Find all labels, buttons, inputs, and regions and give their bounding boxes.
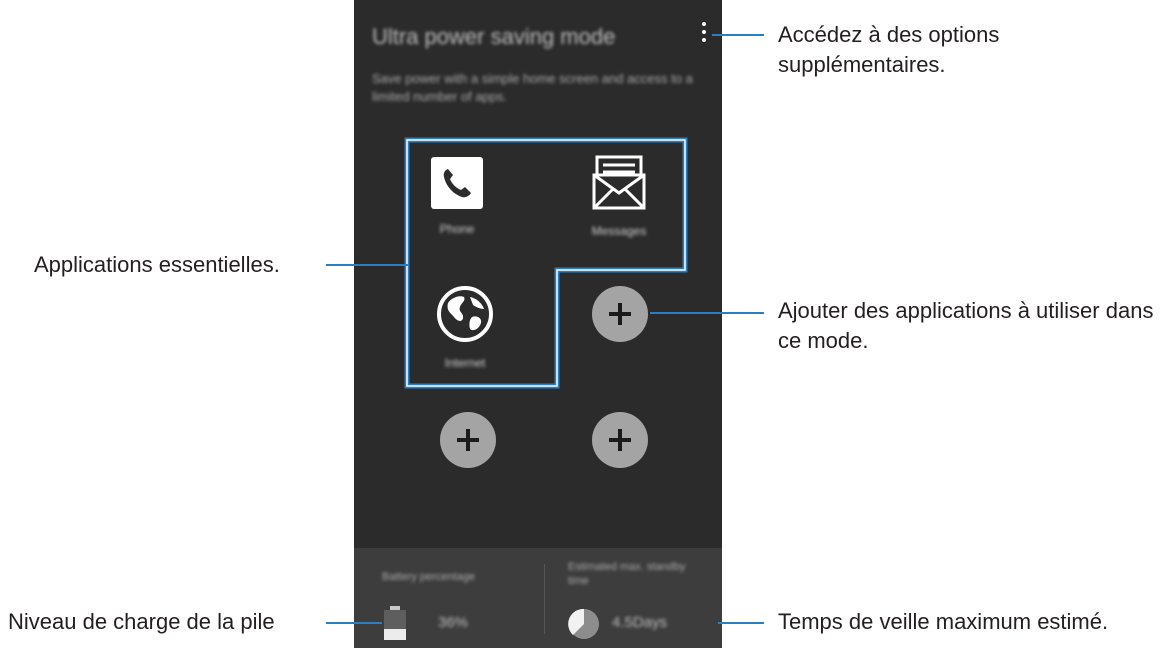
standby-pie-icon	[568, 608, 599, 639]
divider	[544, 564, 545, 634]
standby-value: 4.5Days	[612, 614, 668, 631]
leader-line	[650, 312, 764, 314]
globe-icon	[437, 286, 493, 342]
app-phone[interactable]: Phone	[402, 157, 512, 236]
leader-line	[712, 34, 764, 36]
envelope-icon	[592, 155, 646, 210]
status-bar: Battery percentage 36% Estimated max. st…	[354, 548, 722, 648]
app-label: Internet	[444, 356, 486, 370]
battery-value: 36%	[438, 614, 469, 631]
more-options-icon[interactable]	[700, 22, 708, 46]
app-label: Messages	[591, 224, 647, 238]
leader-line	[326, 622, 382, 624]
standby-label: Estimated max. standby time	[568, 561, 686, 587]
screen-description: Save power with a simple home screen and…	[372, 71, 693, 104]
plus-icon	[609, 429, 631, 451]
battery-icon	[384, 606, 406, 640]
phone-icon	[431, 157, 483, 209]
phone-screen: Ultra power saving mode Save power with …	[354, 0, 722, 648]
add-app-button[interactable]	[592, 412, 648, 468]
add-app-button[interactable]	[592, 286, 648, 342]
add-app-button[interactable]	[440, 412, 496, 468]
app-label: Phone	[439, 222, 475, 236]
app-internet[interactable]: Internet	[410, 285, 520, 370]
app-messages[interactable]: Messages	[564, 155, 674, 238]
callout-add-apps: Ajouter des applications à utiliser dans…	[778, 298, 1154, 353]
leader-line	[718, 622, 764, 624]
plus-icon	[457, 429, 479, 451]
battery-label: Battery percentage	[382, 571, 475, 583]
callout-essential-apps: Applications essentielles.	[34, 252, 280, 277]
callout-standby-time: Temps de veille maximum estimé.	[778, 609, 1109, 634]
battery-level-fill	[384, 629, 406, 640]
leader-line	[326, 264, 408, 266]
callout-battery-level: Niveau de charge de la pile	[8, 609, 275, 634]
plus-icon	[609, 303, 631, 325]
screen-title: Ultra power saving mode	[372, 24, 616, 49]
callout-more-options: Accédez à des options supplémentaires.	[778, 22, 1000, 77]
